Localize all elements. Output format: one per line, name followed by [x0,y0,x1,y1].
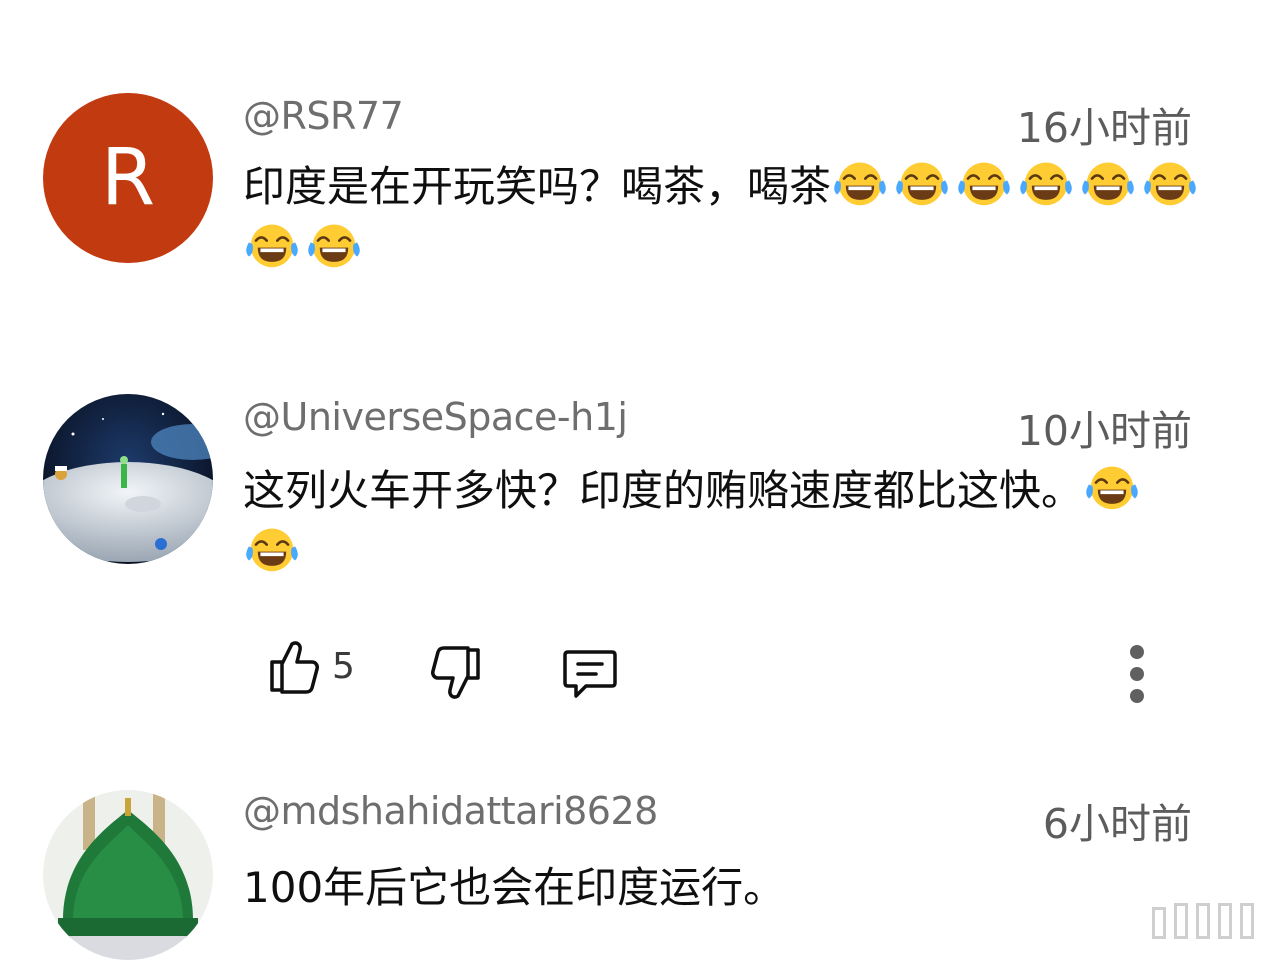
avatar-letter: R [100,133,156,223]
comment-text: 印度是在开玩笑吗？喝茶，喝茶 [243,156,1203,280]
avatar[interactable] [43,394,213,564]
face-with-tears-of-joy-icon [831,159,889,207]
avatar[interactable]: R [43,93,213,263]
comment-timestamp: 10小时前 [1016,407,1192,455]
moon-astronaut-avatar-icon [43,394,213,564]
reply-icon [563,650,617,698]
face-with-tears-of-joy-icon [243,221,301,269]
comment-text: 100年后它也会在印度运行。 [243,863,786,912]
face-with-tears-of-joy-icon [1017,159,1075,207]
more-button[interactable] [1126,644,1148,704]
face-with-tears-of-joy-icon [243,525,301,573]
face-with-tears-of-joy-icon [1079,159,1137,207]
reply-button[interactable] [562,646,618,700]
more-vert-icon [1130,645,1144,703]
thumbs-down-icon [431,646,480,699]
comment-text: 这列火车开多快？印度的贿赂速度都比这快。 [243,460,1153,584]
like-count: 5 [332,645,355,687]
face-with-tears-of-joy-icon [1141,159,1199,207]
comment-timestamp: 16小时前 [1016,104,1192,152]
comment-author[interactable]: @RSR77 [243,94,404,138]
like-button[interactable]: 5 [268,638,355,694]
green-dome-avatar-icon [43,790,213,960]
face-with-tears-of-joy-icon [1083,463,1141,511]
dislike-button[interactable] [430,646,482,702]
comment-author[interactable]: @UniverseSpace-h1j [243,395,628,439]
face-with-tears-of-joy-icon [305,221,363,269]
avatar[interactable] [43,790,213,960]
face-with-tears-of-joy-icon [893,159,951,207]
comment-timestamp: 6小时前 [1042,800,1192,848]
watermark [1152,903,1254,939]
comment-body: 这列火车开多快？印度的贿赂速度都比这快。 [243,466,1084,515]
thumbs-up-icon [270,641,319,694]
face-with-tears-of-joy-icon [955,159,1013,207]
comment-actions: 5 [0,632,1280,712]
comment-body: 印度是在开玩笑吗？喝茶，喝茶 [243,162,832,211]
comment-author[interactable]: @mdshahidattari8628 [243,789,658,833]
